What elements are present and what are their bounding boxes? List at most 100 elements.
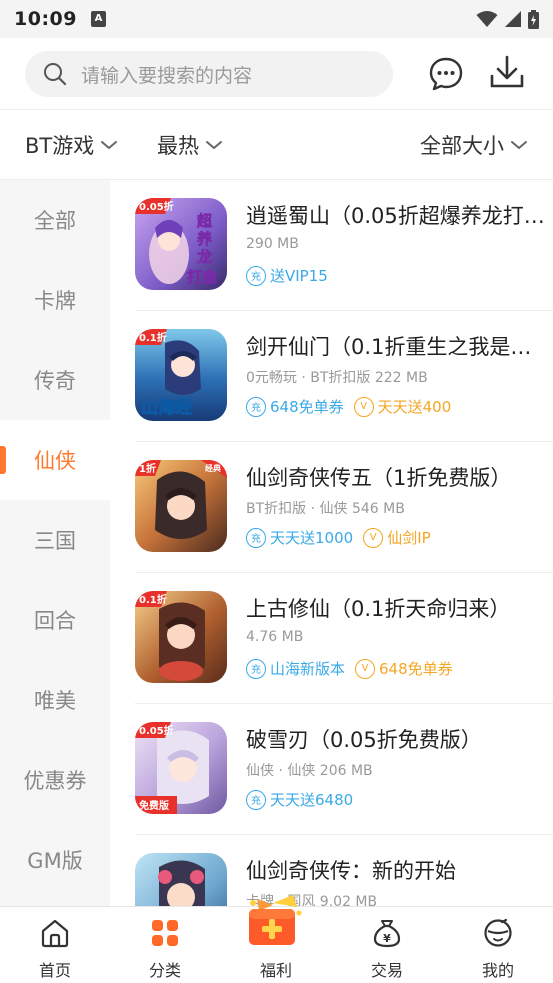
sidebar-item-all[interactable]: 全部 <box>0 180 110 260</box>
recharge-badge-icon: 充 <box>246 265 266 286</box>
tag-vip: V 仙剑IP <box>363 527 431 548</box>
status-time: 10:09 <box>14 8 77 30</box>
chevron-down-icon <box>101 141 118 149</box>
game-meta: 4.76 MB <box>246 629 304 645</box>
recharge-badge-icon: 充 <box>246 527 266 548</box>
game-title: 上古修仙（0.1折天命归来） <box>246 597 511 621</box>
icon-corner-text: 0.1折 <box>139 331 167 344</box>
vip-badge-icon: V <box>355 658 376 679</box>
nav-label: 首页 <box>38 961 71 980</box>
wifi-icon <box>476 11 498 27</box>
game-meta: 0元畅玩 · BT折扣版 222 MB <box>246 370 428 386</box>
icon-corner-text: 1折 <box>139 462 156 475</box>
search-placeholder: 请输入要搜索的内容 <box>81 64 253 87</box>
filter-bar: BT游戏 最热 全部大小 <box>0 110 553 180</box>
sidebar-item-xianxia[interactable]: 仙侠 <box>0 420 110 500</box>
game-title: 仙剑奇侠传：新的开始 <box>246 859 456 883</box>
svg-text:打金: 打金 <box>187 268 218 286</box>
game-item[interactable]: 0.05折 免费版 破雪刃（0.05折免费版） 仙侠 · 仙侠 206 MB 充… <box>110 704 553 835</box>
tag-text: 送VIP15 <box>270 267 328 285</box>
tag-recharge: 充天天送6480 <box>246 789 353 810</box>
svg-text:经典: 经典 <box>205 463 221 473</box>
profile-icon <box>484 918 512 947</box>
filter-label: 全部大小 <box>420 134 504 158</box>
notification-icon: A <box>90 11 106 27</box>
game-title: 仙剑奇侠传五（1折免费版） <box>246 466 512 490</box>
status-bar: 10:09 A <box>0 0 553 38</box>
status-icons <box>476 9 539 29</box>
nav-label: 福利 <box>259 961 292 980</box>
filter-size[interactable]: 全部大小 <box>420 110 528 180</box>
game-tags: 充天天送1000 V 仙剑IP <box>246 527 431 548</box>
icon-art-text: 免费版 <box>139 799 169 812</box>
icon-corner-text: 0.05折 <box>139 200 174 213</box>
sidebar-item-card[interactable]: 卡牌 <box>0 260 110 340</box>
icon-corner-text: 0.05折 <box>139 724 174 737</box>
search-input[interactable]: 请输入要搜索的内容 <box>25 51 393 97</box>
category-icon <box>152 920 178 946</box>
game-item[interactable]: 1折 经典 仙剑奇侠传五（1折免费版） BT折扣版 · 仙侠 546 MB 充天… <box>110 442 553 573</box>
download-icon[interactable] <box>489 54 525 90</box>
game-item[interactable]: 0.1折 山海经 剑开仙门（0.1折重生之我是掌门） 0元畅玩 · BT折扣版 … <box>110 311 553 442</box>
search-icon <box>44 63 67 86</box>
game-meta: 290 MB <box>246 236 299 252</box>
tag-recharge: 充送VIP15 <box>246 265 328 286</box>
game-icon: 0.05折 免费版 <box>135 722 227 814</box>
nav-label: 我的 <box>481 961 514 980</box>
game-title: 剑开仙门（0.1折重生之我是掌门） <box>246 335 551 359</box>
nav-trade[interactable]: ¥ 交易 <box>332 907 442 983</box>
game-item[interactable]: 0.05折 超 养 龙 打金 逍遥蜀山（0.05折超爆养龙打金） 290 MB … <box>110 180 553 311</box>
svg-text:龙: 龙 <box>196 248 212 266</box>
sidebar-item-gm[interactable]: GM版 <box>0 820 110 900</box>
tag-vip: V 648免单券 <box>355 658 453 679</box>
sidebar-item-coupon[interactable]: 优惠券 <box>0 740 110 820</box>
game-tags: 充送VIP15 <box>246 265 328 286</box>
recharge-badge-icon: 充 <box>246 789 266 810</box>
chevron-down-icon <box>206 141 222 149</box>
icon-art-text: 山海经 <box>141 397 192 418</box>
tag-text: 648免单券 <box>379 660 453 678</box>
game-title: 破雪刃（0.05折免费版） <box>246 728 482 752</box>
game-tags: 充山海新版本 V 648免单券 <box>246 658 453 679</box>
game-meta: 仙侠 · 仙侠 206 MB <box>246 763 373 779</box>
category-sidebar: 全部 卡牌 传奇 仙侠 三国 回合 唯美 优惠券 GM版 <box>0 180 110 906</box>
tag-text: 648免单券 <box>270 398 344 416</box>
game-title: 逍遥蜀山（0.05折超爆养龙打金） <box>246 204 551 228</box>
message-icon[interactable] <box>428 56 464 92</box>
game-icon: 1折 经典 <box>135 460 227 552</box>
svg-text:超: 超 <box>196 212 213 230</box>
nav-label: 交易 <box>370 961 403 980</box>
game-meta: BT折扣版 · 仙侠 546 MB <box>246 501 405 517</box>
filter-game-type[interactable]: BT游戏 <box>25 110 118 180</box>
tag-vip: V 天天送400 <box>353 396 452 417</box>
signal-icon <box>505 11 521 27</box>
tag-text: 天天送400 <box>377 398 452 416</box>
nav-category[interactable]: 分类 <box>110 907 220 983</box>
sidebar-item-turn-based[interactable]: 回合 <box>0 580 110 660</box>
home-icon <box>41 919 69 948</box>
svg-text:¥: ¥ <box>383 932 391 945</box>
vip-badge-icon: V <box>353 396 374 417</box>
game-list: 0.05折 超 养 龙 打金 逍遥蜀山（0.05折超爆养龙打金） 290 MB … <box>110 180 553 906</box>
sidebar-item-legend[interactable]: 传奇 <box>0 340 110 420</box>
game-tags: 充天天送6480 <box>246 789 353 810</box>
chevron-down-icon <box>511 141 527 149</box>
tag-text: 仙剑IP <box>387 529 431 547</box>
game-icon: 0.1折 山海经 <box>135 329 227 421</box>
battery-icon <box>528 9 539 29</box>
svg-text:养: 养 <box>196 230 213 248</box>
nav-profile[interactable]: 我的 <box>443 907 553 983</box>
tag-recharge: 充山海新版本 <box>246 658 345 679</box>
game-icon: 0.05折 超 养 龙 打金 <box>135 198 227 290</box>
recharge-badge-icon: 充 <box>246 396 266 417</box>
welfare-gift-icon[interactable] <box>243 893 305 947</box>
filter-label: BT游戏 <box>25 134 95 158</box>
sidebar-item-beautiful[interactable]: 唯美 <box>0 660 110 740</box>
sidebar-item-three-kingdoms[interactable]: 三国 <box>0 500 110 580</box>
game-item[interactable]: 仙剑奇侠传：新的开始 卡牌 · 国风 9.02 MB <box>110 835 553 906</box>
game-item[interactable]: 0.1折 上古修仙（0.1折天命归来） 4.76 MB 充山海新版本 V 648免… <box>110 573 553 704</box>
game-icon <box>135 853 227 906</box>
filter-sort[interactable]: 最热 <box>157 110 223 180</box>
nav-home[interactable]: 首页 <box>0 907 110 983</box>
tag-recharge: 充 648免单券 <box>246 396 344 417</box>
